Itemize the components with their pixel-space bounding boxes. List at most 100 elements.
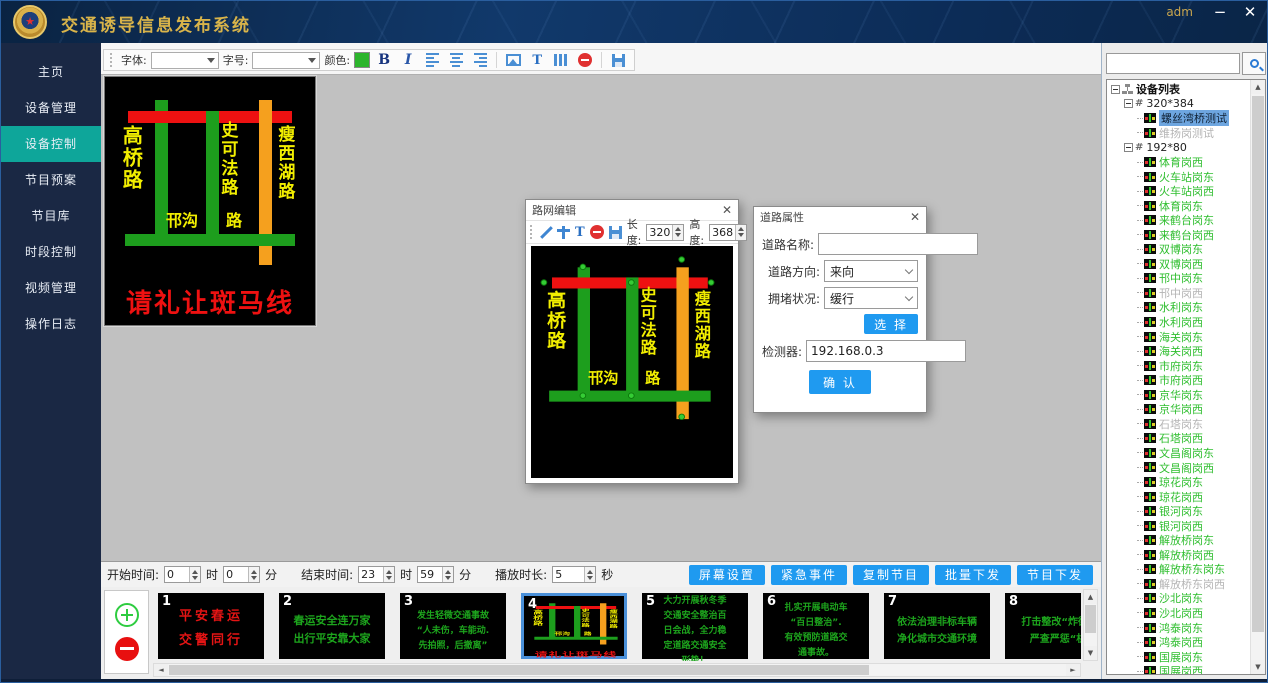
scroll-up-arrow[interactable]: ▲ xyxy=(1084,590,1097,604)
tree-item-device[interactable]: 海关岗西 xyxy=(1109,344,1249,359)
sidebar-item-7[interactable]: 操作日志 xyxy=(1,306,101,342)
font-select[interactable] xyxy=(151,52,219,69)
crosswalk-button[interactable] xyxy=(551,51,571,69)
tree-item-device[interactable]: 银河岗东 xyxy=(1109,504,1249,519)
tree-item-device[interactable]: 国展岗西 xyxy=(1109,664,1249,674)
italic-button[interactable]: I xyxy=(398,51,418,69)
select-detector-button[interactable]: 选 择 xyxy=(864,314,918,334)
height-spin-buttons[interactable] xyxy=(735,225,746,240)
props-dialog-titlebar[interactable]: 道路属性 ✕ xyxy=(754,207,926,227)
copy-program-button[interactable]: 复制节目 xyxy=(853,565,929,585)
image-button[interactable] xyxy=(503,51,523,69)
tree-item-device[interactable]: 琼花岗西 xyxy=(1109,489,1249,504)
tree-item-device[interactable]: 邗中岗西 xyxy=(1109,286,1249,301)
end-hour-spinner[interactable]: 23 xyxy=(358,566,395,583)
sidebar-item-1[interactable]: 设备管理 xyxy=(1,90,101,126)
tree-expander-icon[interactable] xyxy=(1124,143,1133,152)
tree-item-device[interactable]: 市府岗东 xyxy=(1109,358,1249,373)
search-button[interactable] xyxy=(1242,52,1266,75)
tree-item-device[interactable]: 沙北岗西 xyxy=(1109,606,1249,621)
playlist-item-1[interactable]: 1平安春运交警同行 xyxy=(158,593,264,659)
tree-item-group[interactable]: #320*384 xyxy=(1109,97,1249,112)
end-minute-spinner[interactable]: 59 xyxy=(417,566,454,583)
tree-item-device[interactable]: 京华岗东 xyxy=(1109,387,1249,402)
tree-item-device[interactable]: 鸿泰岗东 xyxy=(1109,620,1249,635)
detector-input[interactable] xyxy=(806,340,966,362)
start-hour-spin-buttons[interactable] xyxy=(189,567,200,582)
sidebar-item-5[interactable]: 时段控制 xyxy=(1,234,101,270)
scroll-down-arrow[interactable]: ▼ xyxy=(1084,646,1097,660)
start-minute-spinner[interactable]: 0 xyxy=(223,566,260,583)
tree-scrollbar[interactable]: ▲ ▼ xyxy=(1250,80,1265,674)
drag-handle[interactable] xyxy=(580,392,587,398)
congestion-select[interactable]: 缓行 xyxy=(824,287,918,309)
close-button[interactable]: ✕ xyxy=(1241,3,1259,21)
confirm-button[interactable]: 确 认 xyxy=(809,370,871,394)
tree-item-device[interactable]: 文昌阁岗东 xyxy=(1109,446,1249,461)
delete-tool-button[interactable] xyxy=(590,223,604,241)
duration-spinner[interactable]: 5 xyxy=(552,566,596,583)
playlist-vertical-scrollbar[interactable]: ▲ ▼ xyxy=(1083,589,1098,661)
tree-item-device[interactable]: 体育岗西 xyxy=(1109,155,1249,170)
road-name-input[interactable] xyxy=(818,233,978,255)
align-right-button[interactable] xyxy=(470,51,490,69)
playlist-item-6[interactable]: 6扎实开展电动车“百日整治”.有效预防道路交通事故。 xyxy=(763,593,869,659)
tree-item-device[interactable]: 国展岗东 xyxy=(1109,649,1249,664)
road-direction-select[interactable]: 来向 xyxy=(824,260,918,282)
size-select[interactable] xyxy=(252,52,320,69)
align-center-button[interactable] xyxy=(446,51,466,69)
bold-button[interactable]: B xyxy=(374,51,394,69)
tree-item-device[interactable]: 双博岗西 xyxy=(1109,257,1249,272)
tree-item-device[interactable]: 京华岗西 xyxy=(1109,402,1249,417)
add-program-button[interactable] xyxy=(115,603,139,627)
drag-handle[interactable] xyxy=(708,279,715,285)
tree-item-device[interactable]: 银河岗西 xyxy=(1109,518,1249,533)
emergency-event-button[interactable]: 紧急事件 xyxy=(771,565,847,585)
tree-expander-icon[interactable] xyxy=(1111,85,1120,94)
playlist-item-8[interactable]: 8打击整改“炸街”严查严惩“机 xyxy=(1005,593,1081,659)
tree-item-root[interactable]: 设备列表 xyxy=(1109,82,1249,97)
playlist-item-5[interactable]: 5大力开展秋冬季交通安全整治百日会战，全力稳定道路交通安全形势！ xyxy=(642,593,748,659)
tree-item-device[interactable]: 海关岗东 xyxy=(1109,329,1249,344)
text-tool-button[interactable]: T xyxy=(575,223,585,241)
height-spinner[interactable]: 368 xyxy=(709,224,747,241)
sidebar-item-6[interactable]: 视频管理 xyxy=(1,270,101,306)
end-hour-spin-buttons[interactable] xyxy=(383,567,394,582)
tree-item-device[interactable]: 石塔岗西 xyxy=(1109,431,1249,446)
tree-item-device[interactable]: 琼花岗东 xyxy=(1109,475,1249,490)
editor-close-icon[interactable]: ✕ xyxy=(722,203,732,217)
line-tool-button[interactable] xyxy=(540,223,552,241)
scrollbar-thumb[interactable] xyxy=(169,665,869,675)
scroll-left-arrow[interactable]: ◄ xyxy=(154,664,168,676)
batch-send-button[interactable]: 批量下发 xyxy=(935,565,1011,585)
sidebar-item-3[interactable]: 节目预案 xyxy=(1,162,101,198)
playlist-item-3[interactable]: 3发生轻微交通事故“人未伤，车能动.先拍照，后撤离” xyxy=(400,593,506,659)
led-preview-panel[interactable]: 高桥路史可法路瘦西湖路邗沟路请礼让斑马线 xyxy=(104,76,316,326)
tree-item-device[interactable]: 水利岗西 xyxy=(1109,315,1249,330)
screen-settings-button[interactable]: 屏幕设置 xyxy=(689,565,765,585)
tree-item-device[interactable]: 邗中岗东 xyxy=(1109,271,1249,286)
scrollbar-thumb[interactable] xyxy=(1252,96,1264,632)
minimize-button[interactable]: − xyxy=(1211,3,1229,21)
length-spin-buttons[interactable] xyxy=(672,225,683,240)
tree-expander-icon[interactable] xyxy=(1124,99,1133,108)
tree-item-device[interactable]: 文昌阁岗西 xyxy=(1109,460,1249,475)
tree-item-device[interactable]: 沙北岗东 xyxy=(1109,591,1249,606)
scroll-right-arrow[interactable]: ► xyxy=(1066,664,1080,676)
tree-item-device[interactable]: 螺丝湾桥测试 xyxy=(1109,111,1249,126)
tree-item-device[interactable]: 来鹤台岗西 xyxy=(1109,227,1249,242)
playlist-item-2[interactable]: 2春运安全连万家出行平安靠大家 xyxy=(279,593,385,659)
scroll-up-arrow[interactable]: ▲ xyxy=(1251,80,1265,94)
tree-item-device[interactable]: 来鹤台岗东 xyxy=(1109,213,1249,228)
save-tool-button[interactable] xyxy=(609,223,622,241)
tree-item-device[interactable]: 市府岗西 xyxy=(1109,373,1249,388)
color-swatch[interactable] xyxy=(354,52,370,68)
program-send-button[interactable]: 节目下发 xyxy=(1017,565,1093,585)
tree-item-device[interactable]: 解放桥东岗东 xyxy=(1109,562,1249,577)
text-button[interactable]: T xyxy=(527,51,547,69)
length-spinner[interactable]: 320 xyxy=(646,224,684,241)
save-button[interactable] xyxy=(608,51,628,69)
tree-item-device[interactable]: 鸿泰岗西 xyxy=(1109,635,1249,650)
drag-handle[interactable] xyxy=(678,414,685,420)
props-close-icon[interactable]: ✕ xyxy=(910,210,920,224)
